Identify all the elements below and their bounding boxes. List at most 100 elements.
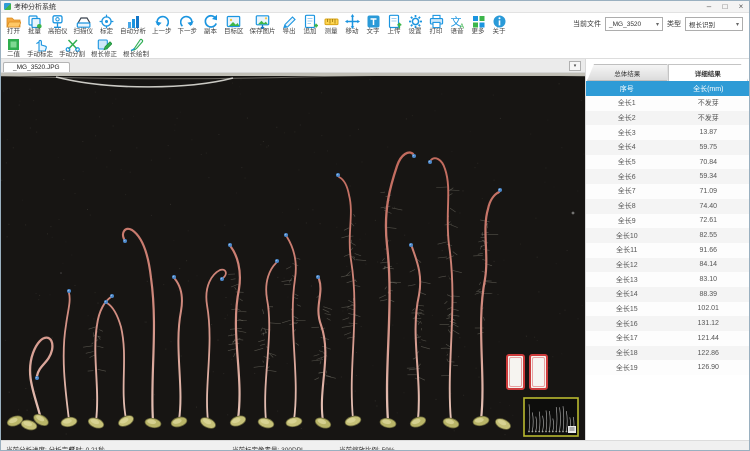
results-table: 序号 全长(mm) 全长1不发芽全长2不发芽全长313.87全长459.75全长… [586, 81, 749, 375]
binary-button[interactable]: 二值 [3, 37, 24, 58]
redo-button[interactable]: 下一步 [175, 14, 201, 35]
type-label: 类型 [667, 19, 681, 29]
row-index-cell: 全长3 [586, 125, 668, 140]
toolbar-button-label: 根长绘制 [123, 51, 149, 58]
window-title: 考种分析系统 [14, 2, 56, 12]
table-row[interactable]: 全长1383.10 [586, 272, 749, 287]
table-row[interactable]: 全长15102.01 [586, 302, 749, 317]
root-correct-button[interactable]: 根长修正 [88, 37, 120, 58]
app-logo-icon [4, 3, 11, 10]
root-draw-button[interactable]: 根长绘制 [120, 37, 152, 58]
settings-button[interactable]: 设置 [405, 14, 426, 35]
scanner-button[interactable]: 扫描仪 [71, 14, 97, 35]
manual-split-icon [65, 37, 80, 51]
root-draw-icon [129, 37, 144, 51]
print-button[interactable]: 打印 [426, 14, 447, 35]
row-length-cell: 83.10 [668, 272, 750, 287]
table-row[interactable]: 全长1不发芽 [586, 96, 749, 111]
tab-list-dropdown[interactable]: ▾ [569, 61, 581, 71]
move-button[interactable]: 移动 [342, 14, 363, 35]
close-button[interactable]: × [733, 1, 749, 12]
table-row[interactable]: 全长1488.39 [586, 287, 749, 302]
toolbar-button-label: 保存图片 [250, 28, 276, 35]
about-button[interactable]: 关于 [489, 14, 510, 35]
measure-icon [324, 14, 339, 28]
table-row[interactable]: 全长570.84 [586, 155, 749, 170]
row-index-cell: 全长18 [586, 346, 668, 361]
upload-button[interactable]: 上传 [384, 14, 405, 35]
toolbar-button-label: 高拍仪 [48, 28, 68, 35]
toolbar-button-label: 目标区 [224, 28, 244, 35]
table-row[interactable]: 全长19126.90 [586, 360, 749, 375]
manual-calibrate-button[interactable]: 手动标定 [24, 37, 56, 58]
table-row[interactable]: 全长771.09 [586, 184, 749, 199]
toolbar-button-label: 更多 [472, 28, 485, 35]
current-file-label: 当前文件 [573, 19, 601, 29]
save-image-icon [255, 14, 270, 28]
calibrate-icon [99, 14, 114, 28]
row-length-cell: 102.01 [668, 302, 750, 317]
document-tab[interactable]: _MG_3520.JPG [3, 62, 70, 72]
more-button[interactable]: 更多 [468, 14, 489, 35]
open-folder-button[interactable]: 打开 [3, 14, 24, 35]
auto-analyze-icon [126, 14, 141, 28]
table-row[interactable]: 全长313.87 [586, 125, 749, 140]
table-row[interactable]: 全长1284.14 [586, 258, 749, 273]
auto-analyze-button[interactable]: 自动分析 [117, 14, 149, 35]
current-file-dropdown[interactable]: _MG_3520 ▾ [605, 17, 663, 31]
batch-button[interactable]: 批量 [24, 14, 45, 35]
row-length-cell: 70.84 [668, 155, 750, 170]
append-button[interactable]: 追加 [300, 14, 321, 35]
table-row[interactable]: 全长874.40 [586, 199, 749, 214]
toolbar: 打开批量高拍仪扫描仪标定自动分析上一步下一步副本目标区保存图片导出追加测量移动文… [1, 13, 749, 59]
toolbar-button-label: 手动标定 [27, 51, 53, 58]
row-index-cell: 全长9 [586, 214, 668, 229]
type-dropdown[interactable]: 根长识别 ▾ [685, 17, 743, 31]
measure-button[interactable]: 测量 [321, 14, 342, 35]
table-row[interactable]: 全长17121.44 [586, 331, 749, 346]
doc-camera-button[interactable]: 高拍仪 [45, 14, 71, 35]
table-row[interactable]: 全长659.34 [586, 169, 749, 184]
navigator-thumbnail[interactable] [524, 398, 578, 436]
row-index-cell: 全长4 [586, 140, 668, 155]
export-button[interactable]: 导出 [279, 14, 300, 35]
voice-button[interactable]: 文A语音 [447, 14, 468, 35]
chevron-down-icon: ▾ [736, 21, 739, 28]
table-row[interactable]: 全长459.75 [586, 140, 749, 155]
toolbar-button-label: 二值 [7, 51, 20, 58]
row-length-cell: 不发芽 [668, 111, 750, 126]
row-index-cell: 全长16 [586, 316, 668, 331]
save-image-button[interactable]: 保存图片 [247, 14, 279, 35]
table-row[interactable]: 全长1191.66 [586, 243, 749, 258]
toolbar-button-label: 手动分割 [59, 51, 85, 58]
manual-split-button[interactable]: 手动分割 [56, 37, 88, 58]
file-controls: 当前文件 _MG_3520 ▾ 类型 根长识别 ▾ [573, 17, 743, 31]
row-length-cell: 71.09 [668, 184, 750, 199]
upload-icon [387, 14, 402, 28]
row-index-cell: 全长19 [586, 360, 668, 375]
table-row[interactable]: 全长18122.86 [586, 346, 749, 361]
target-region-icon [226, 14, 241, 28]
toolbar-button-label: 批量 [28, 28, 41, 35]
table-row[interactable]: 全长1082.55 [586, 228, 749, 243]
toolbar-row1: 打开批量高拍仪扫描仪标定自动分析上一步下一步副本目标区保存图片导出追加测量移动文… [1, 13, 749, 36]
target-region-button[interactable]: 目标区 [221, 14, 247, 35]
table-row[interactable]: 全长972.61 [586, 214, 749, 229]
minimize-button[interactable]: – [701, 1, 717, 12]
row-length-cell: 88.39 [668, 287, 750, 302]
undo-button[interactable]: 上一步 [149, 14, 175, 35]
specimen-photo[interactable] [1, 73, 585, 440]
text-icon [366, 14, 381, 28]
table-row[interactable]: 全长16131.12 [586, 316, 749, 331]
text-button[interactable]: 文字 [363, 14, 384, 35]
row-index-cell: 全长2 [586, 111, 668, 126]
row-index-cell: 全长14 [586, 287, 668, 302]
copy-button[interactable]: 副本 [200, 14, 221, 35]
tab-overall-results[interactable]: 总体结果 [587, 64, 668, 81]
maximize-button[interactable]: □ [717, 1, 733, 12]
append-icon [303, 14, 318, 28]
table-row[interactable]: 全长2不发芽 [586, 111, 749, 126]
calibrate-button[interactable]: 标定 [96, 14, 117, 35]
tab-detailed-results[interactable]: 详细结果 [668, 64, 749, 81]
undo-icon [154, 14, 169, 28]
